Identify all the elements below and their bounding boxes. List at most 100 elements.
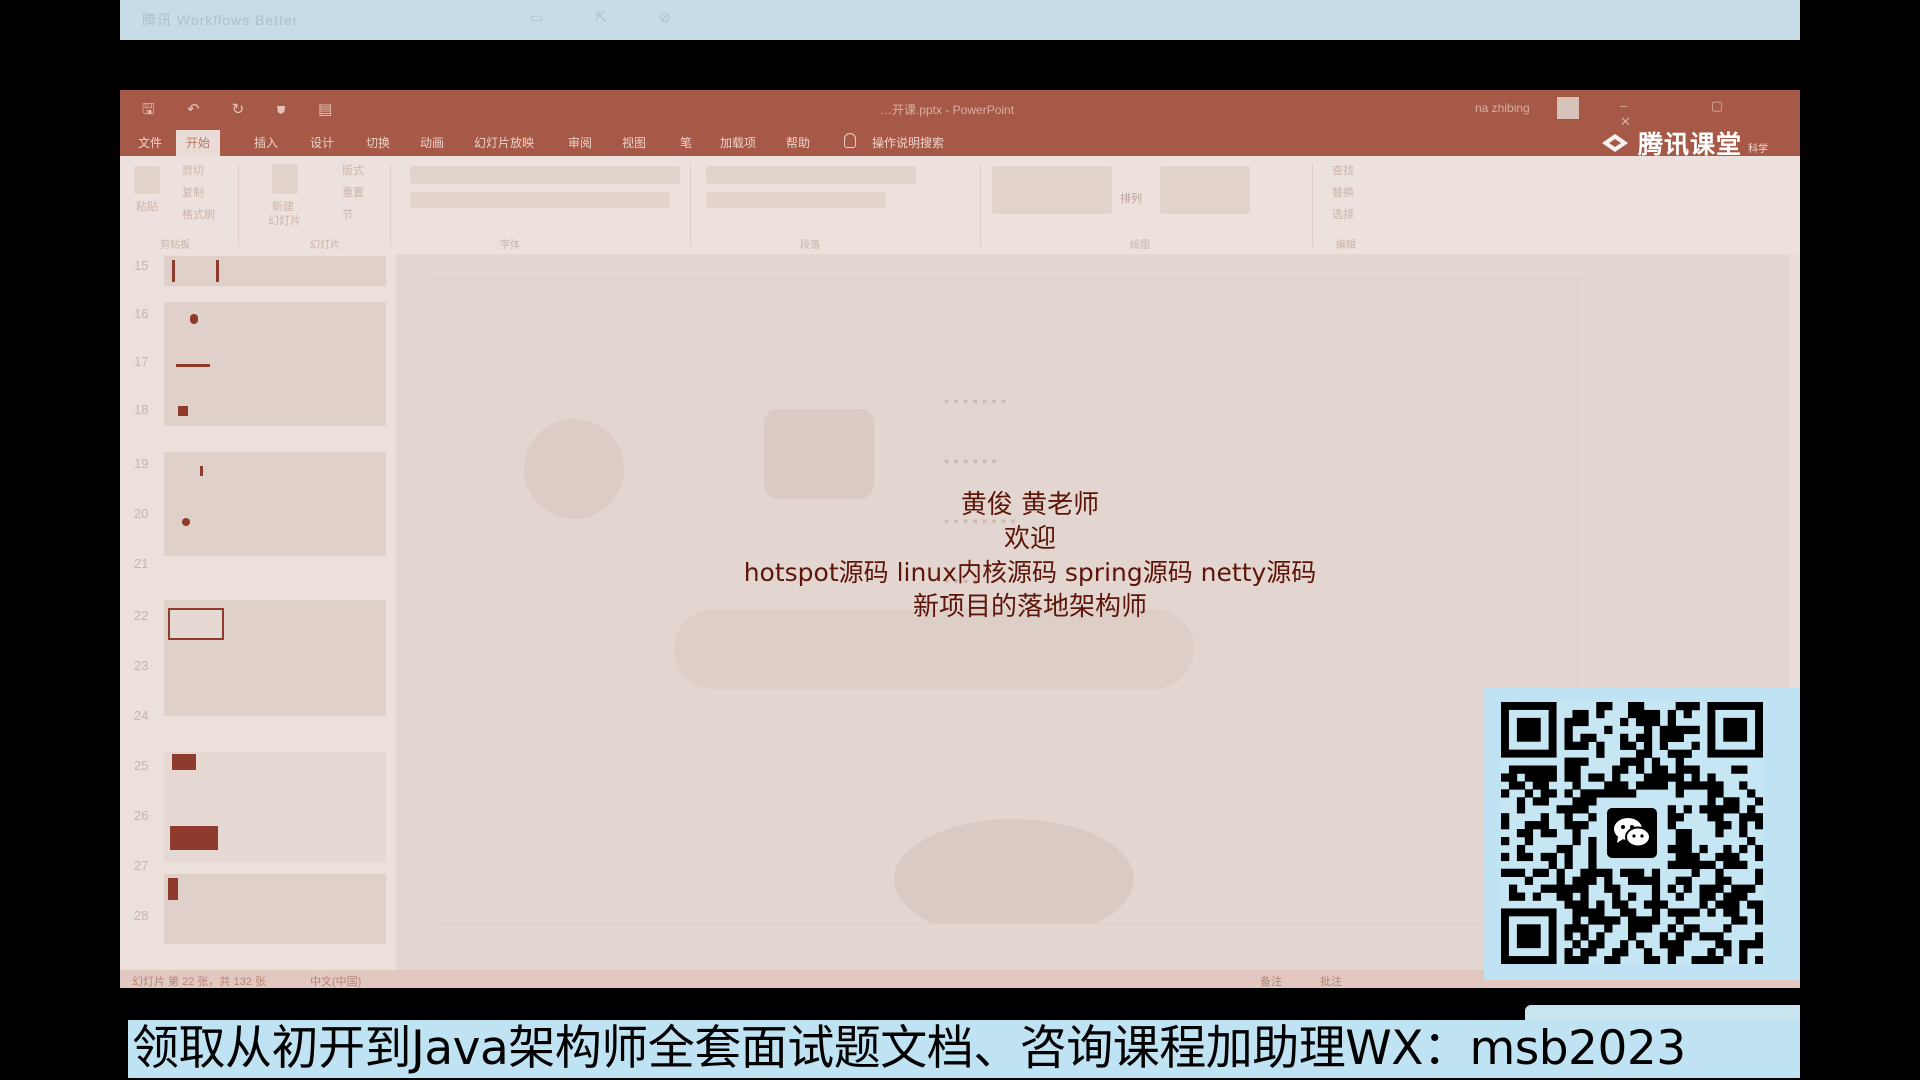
qr-module — [1580, 709, 1589, 719]
tab-pen[interactable]: 笔 — [680, 134, 692, 151]
slide-thumbnail[interactable] — [164, 874, 386, 944]
notes-button[interactable]: 备注 — [1260, 973, 1282, 988]
qr-module — [1731, 852, 1740, 862]
slide-shape — [524, 419, 624, 519]
language-status[interactable]: 中文(中国) — [310, 973, 361, 988]
qr-module — [1580, 789, 1589, 798]
qr-module — [1675, 757, 1684, 766]
tab-transitions[interactable]: 切换 — [366, 134, 390, 151]
qr-module — [1731, 884, 1740, 893]
qr-module — [1723, 844, 1732, 854]
qr-module — [1548, 852, 1557, 862]
qr-module — [1532, 868, 1541, 877]
qr-module — [1620, 868, 1629, 877]
drawing-group-label: 绘图 — [1130, 240, 1150, 251]
qr-module — [1620, 717, 1629, 727]
user-name[interactable]: na zhibing — [1475, 101, 1530, 115]
replace-button[interactable]: 替换 — [1332, 184, 1354, 200]
top-bar-icons[interactable]: ▭ ⇱ ⊘ — [530, 9, 694, 26]
qr-module — [1508, 868, 1518, 877]
tab-insert[interactable]: 插入 — [254, 134, 278, 151]
qr-module — [1580, 948, 1589, 957]
qr-module — [1739, 821, 1748, 830]
find-button[interactable]: 查找 — [1332, 162, 1354, 178]
format-painter-button[interactable]: 格式刷 — [182, 206, 215, 222]
shapes-gallery[interactable] — [992, 166, 1112, 214]
qr-module — [1524, 829, 1534, 838]
qr-module — [1564, 733, 1573, 742]
tab-review[interactable]: 审阅 — [568, 134, 592, 151]
qr-code-panel — [1484, 688, 1800, 980]
wechat-qr-code[interactable] — [1501, 702, 1763, 964]
section-button[interactable]: 节 — [342, 206, 353, 222]
qr-module — [1516, 765, 1526, 774]
qr-module — [1564, 821, 1573, 830]
selected-slide-thumbnail[interactable] — [168, 608, 224, 640]
qr-module — [1643, 956, 1653, 964]
qr-module — [1707, 892, 1716, 901]
tab-view[interactable]: 视图 — [622, 134, 646, 151]
qr-module — [1651, 757, 1661, 766]
qr-module — [1651, 876, 1661, 885]
qr-module — [1755, 868, 1763, 877]
qr-module — [1691, 956, 1700, 964]
tab-animations[interactable]: 动画 — [420, 134, 444, 151]
new-slide-sub[interactable]: 幻灯片 — [268, 212, 301, 228]
qr-module — [1723, 876, 1732, 885]
paragraph-buttons[interactable] — [706, 166, 916, 184]
font-format-buttons[interactable] — [410, 192, 670, 208]
lightbulb-icon — [844, 133, 856, 148]
reset-button[interactable]: 重置 — [342, 184, 364, 200]
qr-module — [1651, 900, 1661, 909]
tab-slideshow[interactable]: 幻灯片放映 — [474, 134, 534, 151]
slide-thumbnail[interactable] — [164, 452, 386, 556]
qr-module — [1707, 781, 1716, 790]
comments-button[interactable]: 批注 — [1320, 973, 1342, 988]
wechat-logo-icon — [1614, 818, 1651, 848]
qr-module — [1635, 924, 1645, 933]
quick-styles[interactable] — [1160, 166, 1250, 214]
qr-module — [1524, 821, 1534, 830]
tab-addins[interactable]: 加载项 — [720, 134, 756, 151]
qr-module — [1675, 916, 1684, 925]
copy-button[interactable]: 复制 — [182, 184, 204, 200]
select-button[interactable]: 选择 — [1332, 206, 1354, 222]
arrange-button[interactable]: 排列 — [1120, 190, 1142, 206]
slide-number: 26 — [134, 808, 149, 823]
thumbnail-mark — [170, 826, 218, 850]
slide-thumbnail[interactable] — [164, 256, 386, 286]
avatar[interactable] — [1557, 97, 1579, 119]
qr-module — [1628, 932, 1637, 941]
qr-module — [1635, 868, 1645, 877]
qr-module — [1588, 852, 1597, 862]
layout-button[interactable]: 版式 — [342, 162, 364, 178]
qr-module — [1580, 900, 1589, 909]
paste-button[interactable]: 粘贴 — [136, 198, 158, 214]
qr-module — [1675, 836, 1684, 846]
font-selector[interactable] — [410, 166, 680, 184]
qr-module — [1699, 892, 1708, 901]
qr-module — [1707, 884, 1716, 893]
qr-module — [1620, 741, 1629, 750]
qr-module — [1659, 940, 1669, 949]
paragraph-align-buttons[interactable] — [706, 192, 886, 208]
qr-module — [1715, 781, 1724, 790]
quick-access-toolbar[interactable]: 🖫 ↶ ↻ ⛊ ▤ — [142, 99, 346, 124]
qr-module — [1540, 773, 1549, 782]
qr-module — [1596, 916, 1605, 925]
qr-module — [1699, 781, 1708, 790]
qr-module — [1501, 773, 1510, 782]
qr-module — [1516, 829, 1526, 838]
tab-design[interactable]: 设计 — [310, 134, 334, 151]
qr-module — [1564, 844, 1573, 854]
qr-module — [1723, 908, 1732, 917]
qr-module — [1564, 773, 1573, 782]
qr-module — [1667, 956, 1676, 964]
qr-module — [1667, 860, 1676, 870]
tab-help[interactable]: 帮助 — [786, 134, 810, 151]
tell-me-search[interactable]: 操作说明搜索 — [872, 134, 944, 151]
tab-home[interactable]: 开始 — [176, 130, 221, 156]
cut-button[interactable]: 剪切 — [182, 162, 204, 178]
qr-module — [1643, 733, 1653, 742]
tab-file[interactable]: 文件 — [138, 134, 162, 151]
